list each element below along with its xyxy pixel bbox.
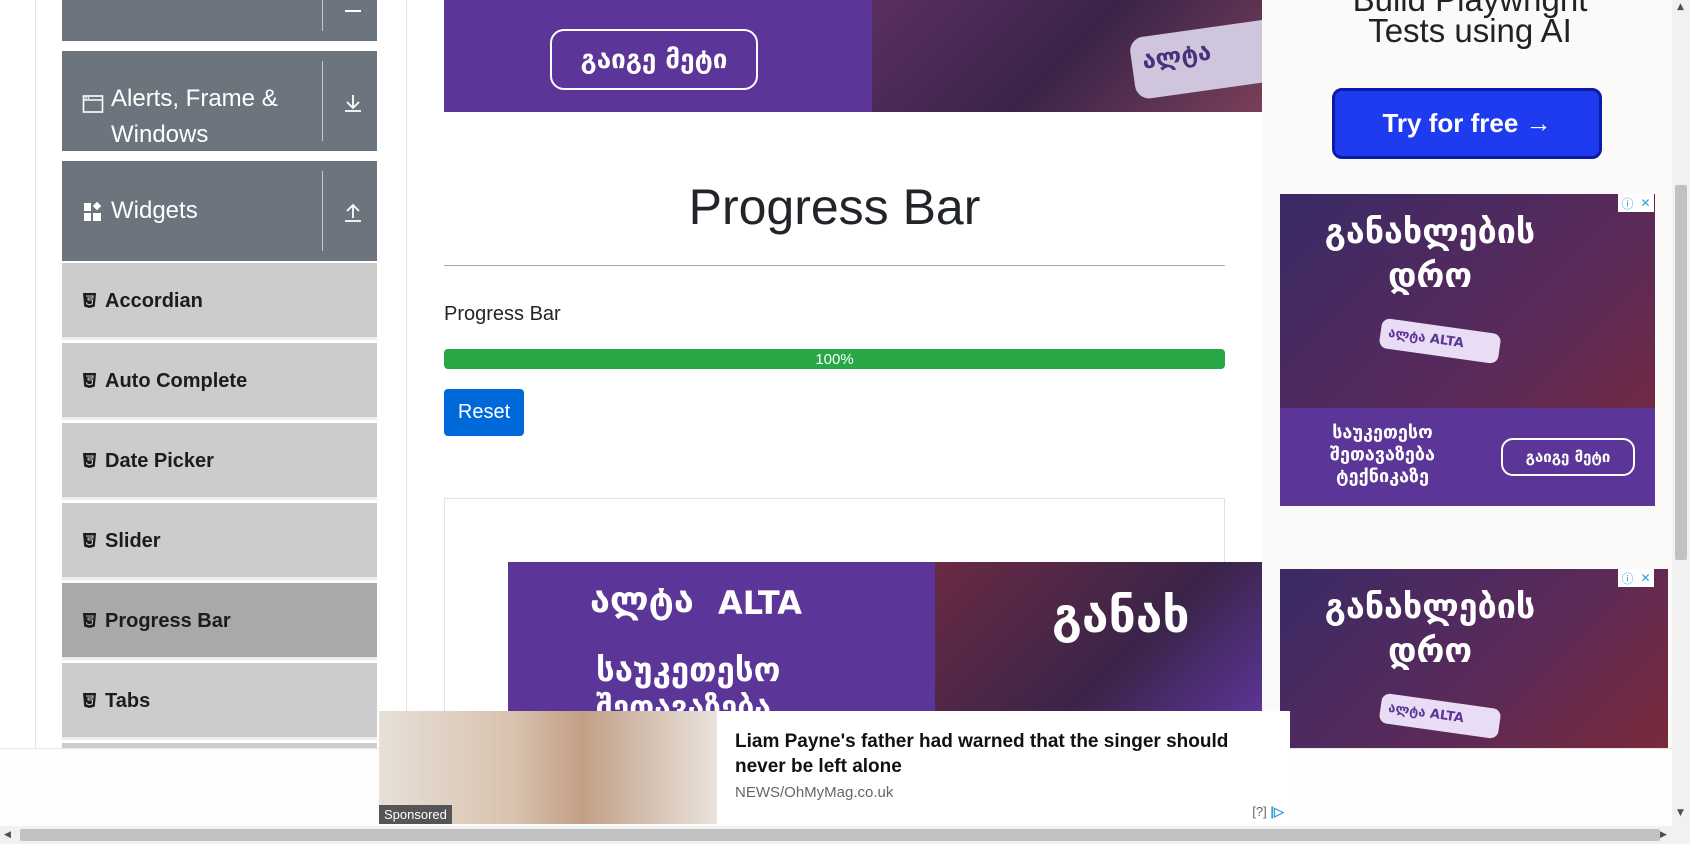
sidebar-item-label: Slider	[105, 530, 161, 552]
scroll-down-icon[interactable]: ▼	[1677, 808, 1684, 818]
ad-headline: საუკეთესო	[596, 650, 781, 689]
html5-icon	[83, 373, 96, 388]
sidebar-border	[35, 0, 36, 748]
sponsored-headline[interactable]: Liam Payne's father had warned that the …	[735, 729, 1275, 779]
content-border	[406, 0, 407, 748]
scroll-right-icon[interactable]: ▶	[1660, 830, 1667, 840]
side-ad-learn-more-button[interactable]: გაიგე მეტი	[1501, 438, 1635, 476]
title-divider	[444, 265, 1225, 266]
sidebar-item-progress-bar[interactable]: Progress Bar	[62, 583, 377, 660]
ad-brand-text: ალტა	[590, 580, 694, 621]
side-ad-offer-line3: ტექნიკაზე	[1336, 466, 1429, 487]
sidebar-item-label: Accordian	[105, 290, 203, 312]
sidebar-item-label: Progress Bar	[105, 610, 231, 632]
sidebar-item-accordian[interactable]: Accordian	[62, 263, 377, 340]
sidebar-item-label: Auto Complete	[105, 370, 248, 392]
ad-side-text: განახ	[1052, 588, 1190, 644]
side-ad-title-line2: დრო	[1387, 256, 1473, 296]
playwright-ad-title-line2: Tests using AI	[1368, 12, 1572, 49]
horizontal-scroll-thumb[interactable]	[20, 829, 1660, 841]
ad-close-icon[interactable]: ⓘ ✕	[1618, 569, 1654, 587]
side-ad-title: განახლების	[1324, 212, 1536, 252]
sponsored-source: NEWS/OhMyMag.co.uk	[735, 784, 894, 801]
try-for-free-button[interactable]: Try for free →	[1332, 88, 1602, 159]
sidebar-group-widgets[interactable]: Widgets	[62, 161, 377, 261]
side-ad-offer-line2: შეთავაზება	[1330, 444, 1435, 465]
widgets-icon	[84, 201, 102, 221]
side-ad-2[interactable]: განახლების დრო ალტა ALTA	[1280, 569, 1668, 748]
scroll-up-icon[interactable]: ▲	[1677, 2, 1684, 12]
side-ad-1[interactable]: განახლების დრო ალტა ALTA საუკეთესო შეთავ…	[1280, 194, 1655, 506]
sidebar-item-tabs[interactable]: Tabs	[62, 663, 377, 740]
lower-banner-ad-art[interactable]: განახ	[935, 562, 1262, 712]
sponsored-tag: Sponsored	[379, 805, 452, 824]
sidebar-item-auto-complete[interactable]: Auto Complete	[62, 343, 377, 420]
sidebar-group-label: Alerts, Frame &	[111, 85, 278, 112]
sidebar-item-label: Tabs	[105, 690, 151, 712]
progress-bar-fill: 100%	[444, 349, 1225, 369]
ad-help-link[interactable]: [?]	[1252, 804, 1266, 819]
ad-info-icon[interactable]: [?] |▷	[1252, 804, 1284, 820]
sidebar-divider	[322, 0, 323, 31]
ad-brand-text-latin: ALTA	[718, 584, 802, 622]
scroll-left-icon[interactable]: ◀	[4, 830, 11, 840]
sidebar-item-label: Date Picker	[105, 450, 214, 472]
ad-close-icon[interactable]: ⓘ ✕	[1618, 194, 1654, 212]
html5-icon	[83, 533, 96, 548]
sidebar-group-partial[interactable]	[62, 0, 377, 41]
page: Alerts, Frame & Windows Widgets Accordia…	[0, 0, 1690, 844]
progress-bar: 100%	[444, 349, 1225, 369]
html5-icon	[83, 293, 96, 308]
ad-learn-more-button[interactable]: გაიგე მეტი	[550, 29, 758, 90]
window-icon	[82, 95, 104, 113]
top-banner-ad[interactable]: გაიგე მეტი	[444, 0, 872, 112]
side-ad-title: განახლების	[1324, 587, 1536, 627]
sidebar-group-label-line2: Windows	[111, 121, 209, 148]
sidebar-group-label: Widgets	[111, 197, 198, 224]
vertical-scroll-thumb[interactable]	[1675, 185, 1687, 560]
progress-bar-label: Progress Bar	[444, 303, 561, 325]
arrow-down-icon[interactable]	[339, 89, 367, 117]
ad-headline-line2: შეთავაზება	[596, 690, 771, 712]
sidebar-divider	[322, 171, 323, 251]
arrow-up-icon[interactable]	[339, 199, 367, 227]
reset-button[interactable]: Reset	[444, 389, 524, 436]
sidebar-divider	[322, 61, 323, 141]
side-ad-title-line2: დრო	[1387, 631, 1473, 671]
html5-icon	[83, 613, 96, 628]
side-ad-offer: საუკეთესო	[1332, 422, 1433, 443]
sidebar-item-date-picker[interactable]: Date Picker	[62, 423, 377, 500]
html5-icon	[83, 693, 96, 708]
lower-banner-ad[interactable]: ალტა ALTA საუკეთესო შეთავაზება	[508, 562, 935, 712]
sponsored-card[interactable]: Sponsored Liam Payne's father had warned…	[379, 711, 1290, 824]
page-title: Progress Bar	[688, 179, 981, 235]
html5-icon	[83, 453, 96, 468]
sidebar-item-slider[interactable]: Slider	[62, 503, 377, 580]
collapse-icon[interactable]	[339, 0, 367, 28]
sidebar-group-alerts[interactable]: Alerts, Frame & Windows	[62, 51, 377, 151]
top-banner-ad-art[interactable]: ალტა	[872, 0, 1262, 112]
